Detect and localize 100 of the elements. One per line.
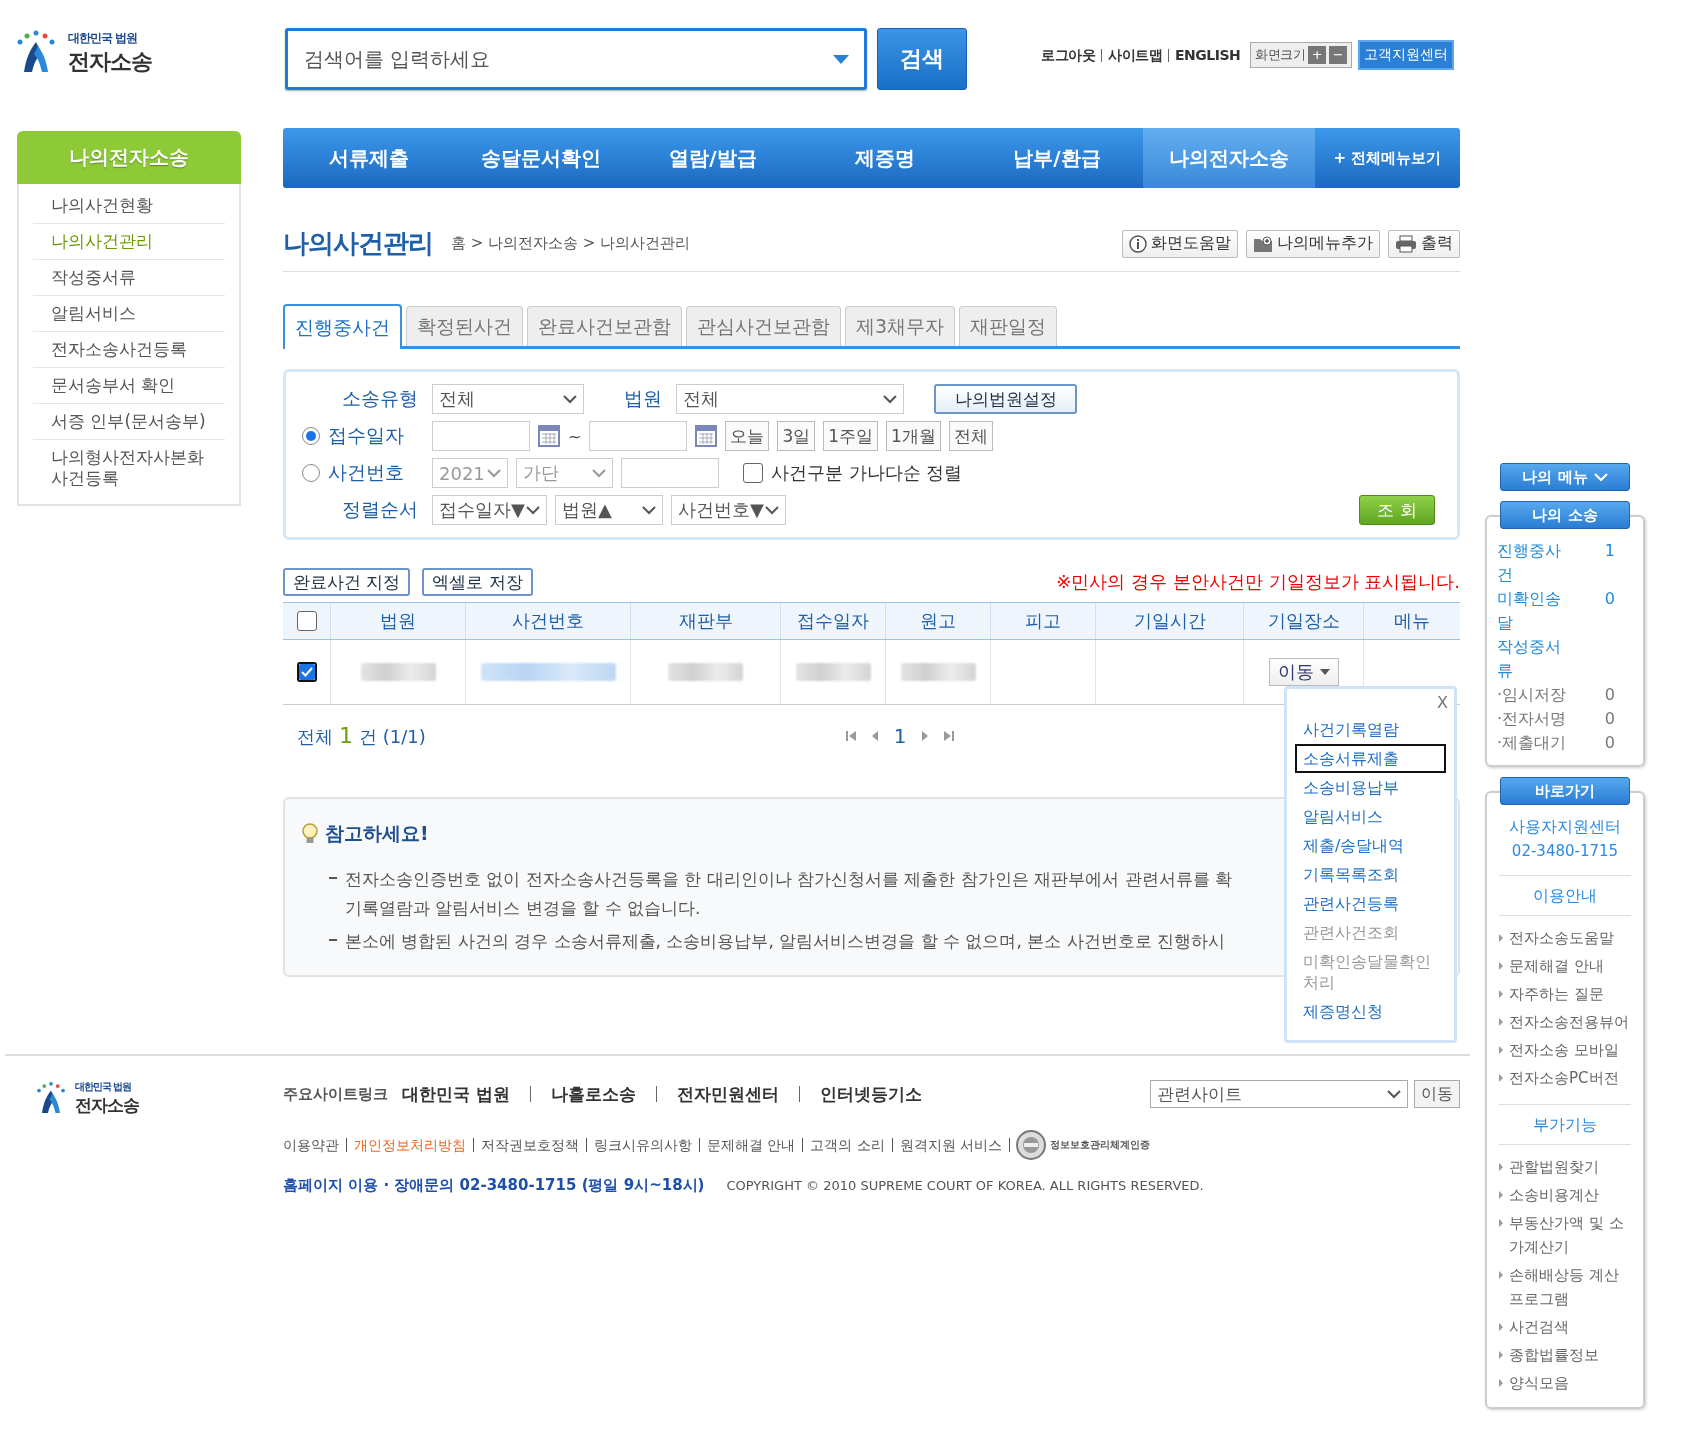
column-header: 사건번호 [465,603,630,639]
period-button[interactable]: 오늘 [725,421,770,451]
tab[interactable]: 진행중사건 [283,304,402,349]
quick-link[interactable]: 양식모음 [1495,1369,1635,1397]
court-select[interactable]: 전체 [676,384,904,414]
nav-item[interactable]: 서류제출 [283,128,455,188]
menu-item[interactable]: 제증명신청 [1295,997,1446,1026]
quick-link[interactable]: 사건검색 [1495,1313,1635,1341]
sidebar-item[interactable]: 나의형사전자사본화 사건등록 [33,439,225,496]
quick-link[interactable]: 문제해결 안내 [1495,952,1635,980]
nav-item[interactable]: 열람/발급 [627,128,799,188]
nav-item[interactable]: 송달문서확인 [455,128,627,188]
go-button[interactable]: 이동 [1414,1080,1460,1108]
site-link[interactable]: 전자민원센터 [655,1086,799,1102]
quick-link[interactable]: 전자소송전용뷰어 [1495,1008,1635,1036]
case-number-field[interactable] [621,458,719,488]
menu-item[interactable]: 소송비용납부 [1295,773,1446,802]
search-field[interactable]: 검색어를 입력하세요 [285,28,867,90]
quick-link[interactable]: 종합법률정보 [1495,1341,1635,1369]
related-sites-select[interactable]: 관련사이트 [1150,1080,1408,1108]
period-button[interactable]: 1주일 [823,421,879,451]
checkbox[interactable] [296,611,317,631]
sidebar-item[interactable]: 서증 인부(문서송부) [33,403,225,439]
quick-link[interactable]: 관할법원찾기 [1495,1153,1635,1181]
search-button[interactable]: 검색 [877,28,967,90]
zoom-in-button[interactable]: + [1308,46,1327,64]
tab[interactable]: 제3채무자 [845,306,956,346]
period-button[interactable]: 1개월 [886,421,941,451]
quick-link[interactable]: 부동산가액 및 소가계산기 [1495,1209,1635,1261]
tab[interactable]: 확정된사건 [406,306,523,346]
sidebar-item[interactable]: 알림서비스 [33,295,225,331]
menu-item[interactable]: 제출/송달내역 [1295,831,1446,860]
quick-link[interactable]: 전자소송도움말 [1495,924,1635,952]
sort-select[interactable]: 사건번호▼ [671,495,786,525]
top-link[interactable]: ENGLISH [1168,48,1247,62]
footer-link[interactable]: 저작권보호정책 [473,1138,586,1152]
support-link[interactable]: 사용자지원센터 [1495,815,1635,839]
site-link[interactable]: 인터넷등기소 [798,1086,942,1102]
quick-link[interactable]: 전자소송PC버전 [1495,1064,1635,1092]
my-court-button[interactable]: 나의법원설정 [934,384,1077,414]
nav-item[interactable]: 납부/환급 [971,128,1143,188]
radio-button[interactable] [302,464,320,482]
menu-item[interactable]: 관련사건등록 [1295,889,1446,918]
checkbox[interactable] [743,463,763,483]
period-button[interactable]: 전체 [948,421,993,451]
tab[interactable]: 완료사건보관함 [527,306,682,346]
radio-button[interactable] [302,427,320,445]
quick-link[interactable]: 손해배상등 계산 프로그램 [1495,1261,1635,1313]
calendar-icon[interactable] [695,425,718,447]
quick-link[interactable]: 자주하는 질문 [1495,980,1635,1008]
all-menu-link[interactable]: + 전체메뉴보기 [1315,148,1460,168]
action-button[interactable]: 엑셀로 저장 [422,568,533,596]
my-menu-button[interactable]: 나의 메뉴 [1500,463,1630,491]
footer-link[interactable]: 이용약관 [283,1138,346,1152]
menu-item[interactable]: 기록목록조회 [1295,860,1446,889]
calendar-icon[interactable] [538,425,560,447]
footer-link[interactable]: 문제해결 안내 [699,1138,803,1152]
support-center-button[interactable]: 고객지원센터 [1358,40,1455,70]
case-status-label[interactable]: 작성중서류 [1497,635,1567,683]
first-page-icon[interactable] [845,730,856,742]
sidebar-item[interactable]: 작성중서류 [33,259,225,295]
sort-select[interactable]: 법원▲ [555,495,663,525]
action-button[interactable]: 완료사건 지정 [283,568,411,596]
move-menu-button[interactable]: 이동 [1268,658,1339,686]
sidebar-item[interactable]: 나의사건현황 [33,188,225,223]
zoom-out-button[interactable]: − [1329,46,1348,64]
top-link[interactable]: 로그아웃 [1035,48,1101,62]
footer-link[interactable]: 개인정보처리방침 [346,1138,473,1152]
sort-select[interactable]: 접수일자▼ [432,495,547,525]
tab[interactable]: 관심사건보관함 [686,306,841,346]
close-button[interactable]: X [1437,693,1448,712]
menu-item[interactable]: 알림서비스 [1295,802,1446,831]
toolbar-button[interactable]: 나의메뉴추가 [1246,229,1380,258]
date-from-field[interactable] [432,421,530,451]
page-number[interactable]: 1 [893,724,907,748]
date-to-field[interactable] [589,421,688,451]
sidebar-item[interactable]: 전자소송사건등록 [33,331,225,367]
toolbar-button[interactable]: 출력 [1388,229,1460,258]
caret-icon[interactable] [833,55,849,64]
checkbox[interactable] [296,662,317,682]
tab[interactable]: 재판일정 [959,306,1058,346]
footer-link[interactable]: 원격지원 서비스 [891,1138,1010,1152]
menu-item[interactable]: 사건기록열람 [1295,715,1446,744]
last-page-icon[interactable] [944,730,955,742]
nav-item[interactable]: 제증명 [799,128,971,188]
menu-item[interactable]: 소송서류제출 [1295,744,1446,773]
case-type-select[interactable]: 전체 [432,384,584,414]
toolbar-button[interactable]: 화면도움말 [1122,229,1238,258]
quick-link[interactable]: 소송비용계산 [1495,1181,1635,1209]
case-status-label[interactable]: 진행중사건 [1497,539,1567,587]
site-link[interactable]: 나홀로소송 [529,1086,656,1102]
footer-link[interactable]: 링크시유의사항 [586,1138,699,1152]
quick-link[interactable]: 전자소송 모바일 [1495,1036,1635,1064]
case-status-label[interactable]: 미확인송달 [1497,587,1567,635]
period-button[interactable]: 3일 [777,421,816,451]
sidebar-item[interactable]: 문서송부서 확인 [33,367,225,403]
footer-link[interactable]: 고객의 소리 [802,1138,892,1152]
top-link[interactable]: 사이트맵 [1101,48,1168,62]
sidebar-item[interactable]: 나의사건관리 [33,223,225,259]
site-link[interactable]: 대한민국 법원 [402,1086,530,1102]
